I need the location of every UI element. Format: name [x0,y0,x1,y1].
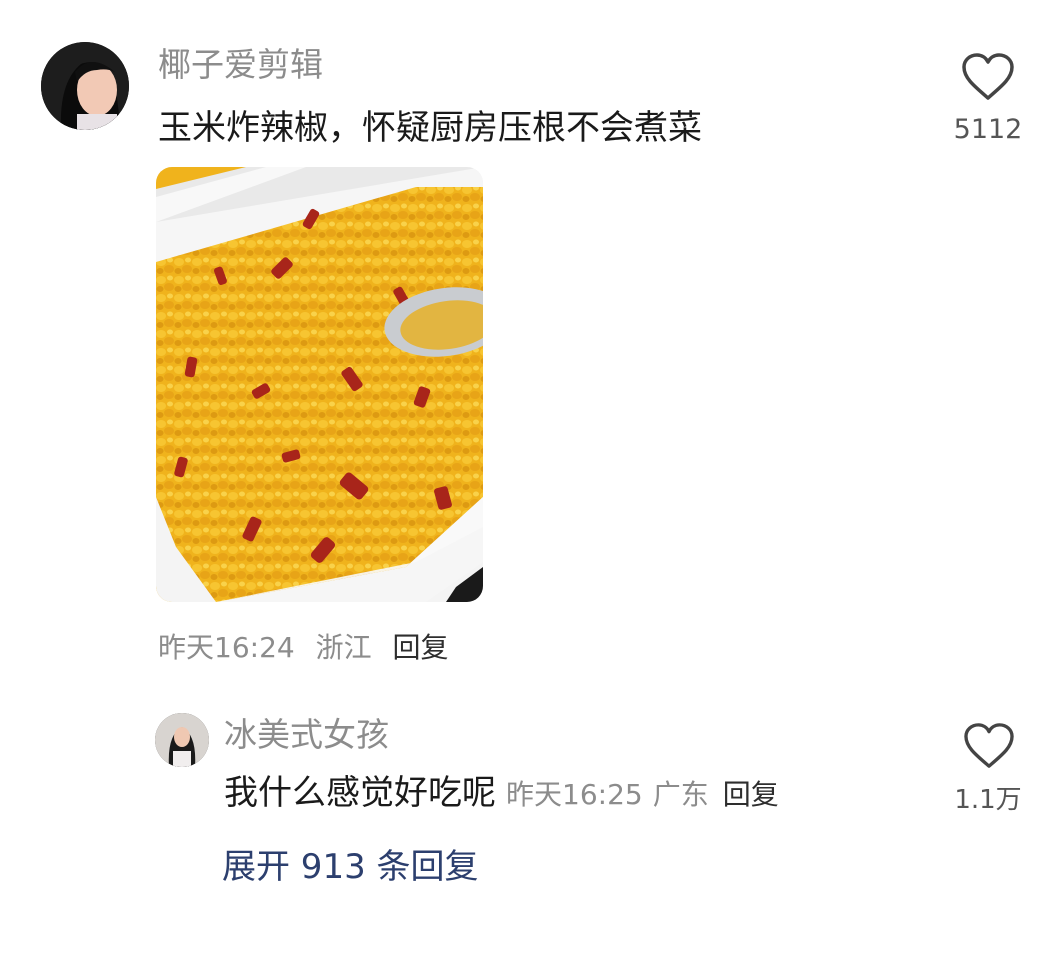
expand-replies-button[interactable]: 展开 913 条回复 [222,842,479,892]
avatar-image [41,42,129,130]
heart-icon [964,723,1014,768]
heart-icon [962,53,1014,100]
reply-username[interactable]: 冰美式女孩 [224,712,389,758]
comment-username[interactable]: 椰子爱剪辑 [158,42,323,88]
reply-avatar[interactable] [155,713,209,767]
comment-meta: 昨天16:24 浙江 回复 [158,628,461,668]
like-button[interactable] [960,52,1016,102]
comment-photo[interactable] [156,167,483,602]
reply-reply-button[interactable]: 回复 [723,778,779,811]
reply-like-button[interactable] [962,722,1016,770]
comment-text: 玉米炸辣椒，怀疑厨房压根不会煮菜 [158,108,702,148]
like-count: 5112 [953,114,1023,145]
reply-text: 我什么感觉好吃呢 [224,773,496,813]
food-image [156,167,483,602]
avatar-image [155,713,209,767]
comment-location: 浙江 [315,631,372,664]
comment-time: 昨天16:24 [158,631,295,664]
reply-button[interactable]: 回复 [393,631,449,664]
reply-line: 我什么感觉好吃呢 昨天16:25 广东 回复 [224,770,779,822]
reply-location: 广东 [652,778,709,811]
reply-time: 昨天16:25 [506,778,643,811]
reply-like-count: 1.1万 [954,785,1022,815]
avatar[interactable] [41,42,129,130]
